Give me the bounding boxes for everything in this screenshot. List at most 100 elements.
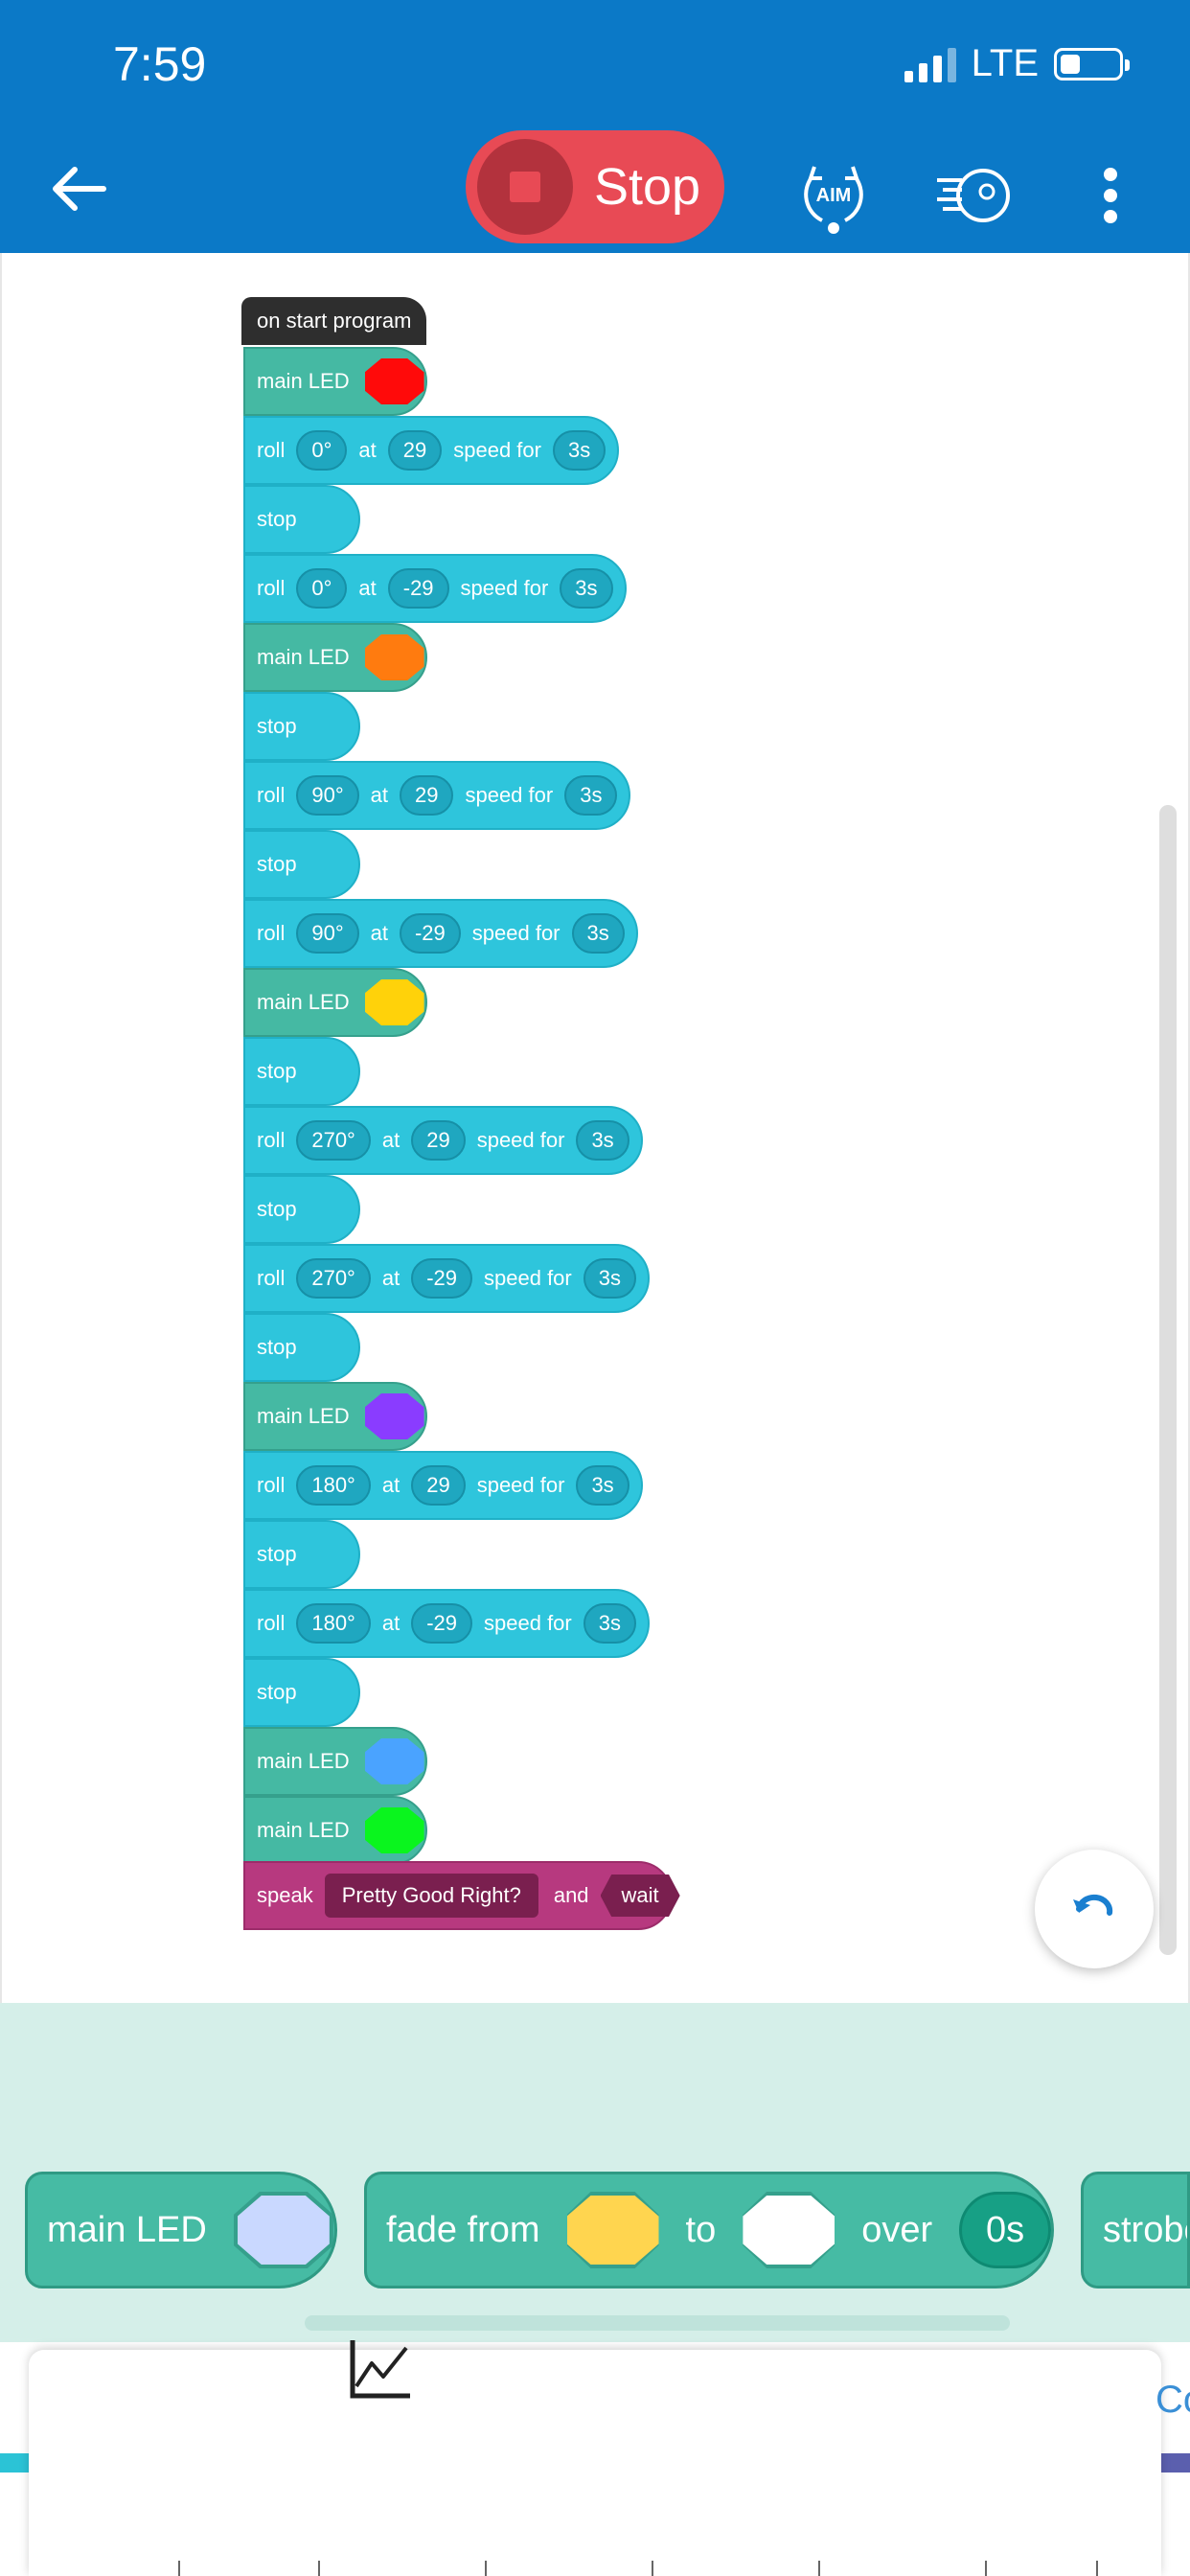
speed-field[interactable]: -29 [411,1603,473,1644]
speed-field[interactable]: 29 [411,1465,466,1506]
speed-for-label: speed for [476,1128,565,1152]
duration-field[interactable]: 3s [583,1603,636,1644]
heading-field[interactable]: 0° [296,568,348,609]
speed-for-label: speed for [465,783,554,807]
led-color-swatch[interactable] [364,1738,424,1784]
fade-from-color-swatch[interactable] [566,2192,659,2268]
roll-block[interactable]: roll 270° at 29 speed for 3s [243,1106,643,1175]
led-color-swatch[interactable] [364,358,424,404]
stop-label: stop [257,1680,297,1704]
main-led-label: main LED [257,1749,350,1773]
palette-scrollbar[interactable] [305,2315,1010,2331]
palette-led-color-swatch[interactable] [233,2192,333,2268]
speed-field[interactable]: -29 [411,1258,473,1299]
speed-field[interactable]: 29 [411,1120,466,1161]
aim-icon[interactable]: AIM [793,155,874,236]
speed-for-label: speed for [484,1611,572,1635]
duration-field[interactable]: 3s [571,913,625,954]
main-led-block[interactable]: main LED [243,1796,427,1865]
at-label: at [381,1266,400,1290]
vertical-scrollbar[interactable] [1159,805,1177,1955]
heading-field[interactable]: 90° [296,775,359,816]
stop-block[interactable]: stop [243,830,360,899]
stop-block[interactable]: stop [243,692,360,761]
heading-field[interactable]: 90° [296,913,359,954]
palette-main-led-block[interactable]: main LED [25,2172,337,2288]
duration-field[interactable]: 3s [583,1258,636,1299]
fade-to-color-swatch[interactable] [743,2192,835,2268]
stop-block[interactable]: stop [243,1175,360,1244]
main-led-block[interactable]: main LED [243,347,427,416]
at-label: at [358,576,377,600]
roll-block[interactable]: roll 90° at -29 speed for 3s [243,899,638,968]
main-led-label: main LED [257,369,350,393]
undo-button[interactable] [1035,1850,1154,1968]
heading-field[interactable]: 180° [296,1603,371,1644]
duration-field[interactable]: 3s [552,430,606,471]
duration-field[interactable]: 3s [576,1465,629,1506]
stop-label: stop [257,1542,297,1566]
at-label: at [381,1128,400,1152]
stop-block[interactable]: stop [243,1313,360,1382]
status-time: 7:59 [113,37,207,91]
at-label: at [370,783,388,807]
stop-block[interactable]: stop [243,1037,360,1106]
tab-peek-label[interactable]: Co [1156,2379,1190,2422]
at-label: at [358,438,377,462]
stop-block[interactable]: stop [243,1520,360,1589]
roll-block[interactable]: roll 180° at 29 speed for 3s [243,1451,643,1520]
palette-main-led-label: main LED [47,2209,207,2250]
heading-field[interactable]: 0° [296,430,348,471]
roll-block[interactable]: roll 0° at -29 speed for 3s [243,554,627,623]
sensor-data-sheet[interactable] [29,2350,1161,2576]
speed-field[interactable]: -29 [387,568,449,609]
roll-block[interactable]: roll 270° at -29 speed for 3s [243,1244,650,1313]
arrow-left-icon[interactable] [48,158,109,219]
fade-over-label: over [861,2209,933,2250]
fade-from-label: fade from [386,2209,540,2250]
led-color-swatch[interactable] [364,1393,424,1439]
main-led-block[interactable]: main LED [243,968,427,1037]
roll-block[interactable]: roll 90° at 29 speed for 3s [243,761,631,830]
strobe-label: strobe [1103,2209,1187,2250]
palette-fade-block[interactable]: fade from to over 0s [364,2172,1054,2288]
status-icons: LTE [904,42,1130,85]
line-chart-icon[interactable] [347,2334,414,2402]
main-led-label: main LED [257,645,350,669]
speak-text-field[interactable]: Pretty Good Right? [324,1874,538,1918]
drive-icon[interactable] [933,155,1014,236]
stop-block[interactable]: stop [243,1658,360,1727]
led-color-swatch[interactable] [364,979,424,1025]
palette-strobe-block[interactable]: strobe [1081,2172,1190,2288]
stop-label: stop [257,507,297,531]
fade-duration-field[interactable]: 0s [959,2192,1051,2268]
speed-field[interactable]: -29 [399,913,461,954]
wait-toggle[interactable]: wait [600,1874,680,1917]
main-led-block[interactable]: main LED [243,1382,427,1451]
on-start-program-block[interactable]: on start program [241,297,427,345]
speed-field[interactable]: 29 [399,775,454,816]
heading-field[interactable]: 180° [296,1465,371,1506]
speak-block[interactable]: speak Pretty Good Right? and wait [243,1861,680,1930]
speed-for-label: speed for [460,576,549,600]
main-led-block[interactable]: main LED [243,1727,427,1796]
roll-label: roll [257,921,286,945]
duration-field[interactable]: 3s [560,568,613,609]
roll-block[interactable]: roll 180° at -29 speed for 3s [243,1589,650,1658]
speed-field[interactable]: 29 [387,430,443,471]
undo-icon [1073,1894,1113,1916]
roll-label: roll [257,1611,286,1635]
roll-label: roll [257,576,286,600]
stop-block[interactable]: stop [243,485,360,554]
duration-field[interactable]: 3s [576,1120,629,1161]
duration-field[interactable]: 3s [564,775,618,816]
roll-label: roll [257,1473,286,1497]
heading-field[interactable]: 270° [296,1120,371,1161]
led-color-swatch[interactable] [364,634,424,680]
stop-button[interactable]: Stop [466,130,724,243]
led-color-swatch[interactable] [364,1807,424,1853]
heading-field[interactable]: 270° [296,1258,371,1299]
more-vertical-icon[interactable] [1094,168,1127,225]
main-led-block[interactable]: main LED [243,623,427,692]
roll-block[interactable]: roll 0° at 29 speed for 3s [243,416,620,485]
